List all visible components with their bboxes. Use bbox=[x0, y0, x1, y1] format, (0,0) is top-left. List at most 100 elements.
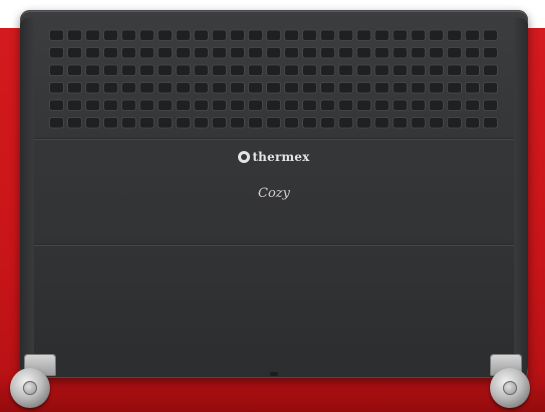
grille-slot bbox=[211, 47, 227, 59]
grille-slot bbox=[157, 82, 173, 94]
grille-slot bbox=[121, 64, 137, 76]
right-caster bbox=[478, 354, 538, 408]
convector-heater: thermex Cozy bbox=[20, 10, 528, 378]
grille-slot bbox=[446, 117, 462, 129]
grille-slot bbox=[410, 47, 426, 59]
grille-slot bbox=[356, 82, 372, 94]
grille-slot bbox=[193, 64, 209, 76]
grille-slot bbox=[229, 82, 245, 94]
grille-slot bbox=[49, 64, 65, 76]
grille-slot bbox=[338, 117, 354, 129]
grille-slot bbox=[392, 64, 408, 76]
grille-slot bbox=[175, 99, 191, 111]
panel-seam-upper bbox=[34, 138, 514, 139]
grille-slot bbox=[284, 47, 300, 59]
grille-slot bbox=[139, 117, 155, 129]
grille-slot bbox=[175, 47, 191, 59]
grille-slot bbox=[374, 82, 390, 94]
grille-slot bbox=[211, 117, 227, 129]
grille-slot bbox=[193, 47, 209, 59]
grille-slot bbox=[103, 117, 119, 129]
grille-slot bbox=[482, 47, 498, 59]
grille-slot bbox=[392, 29, 408, 41]
air-vent-grille bbox=[34, 26, 514, 144]
grille-slot bbox=[266, 82, 282, 94]
grille-slot bbox=[121, 29, 137, 41]
grille-slot bbox=[247, 99, 263, 111]
grille-slot bbox=[302, 99, 318, 111]
grille-slot bbox=[302, 29, 318, 41]
grille-slot bbox=[266, 29, 282, 41]
grille-slot bbox=[302, 117, 318, 129]
grille-slot bbox=[157, 117, 173, 129]
grille-slot bbox=[266, 117, 282, 129]
grille-slot bbox=[374, 47, 390, 59]
grille-slot bbox=[67, 82, 83, 94]
grille-slot bbox=[139, 64, 155, 76]
grille-slot bbox=[284, 29, 300, 41]
grille-slot bbox=[410, 82, 426, 94]
right-wheel-hub bbox=[503, 381, 517, 395]
grille-slot bbox=[338, 29, 354, 41]
grille-slot bbox=[464, 117, 480, 129]
grille-slot bbox=[446, 82, 462, 94]
grille-slot bbox=[446, 47, 462, 59]
grille-slot bbox=[85, 47, 101, 59]
grille-slot bbox=[139, 29, 155, 41]
grille-slot bbox=[211, 99, 227, 111]
bottom-notch bbox=[270, 372, 278, 376]
grille-slot bbox=[175, 82, 191, 94]
grille-slot bbox=[211, 82, 227, 94]
grille-slot bbox=[320, 82, 336, 94]
grille-slot bbox=[428, 82, 444, 94]
grille-slot bbox=[392, 47, 408, 59]
grille-slot bbox=[49, 47, 65, 59]
grille-slot bbox=[428, 29, 444, 41]
grille-slot bbox=[392, 82, 408, 94]
grille-slot bbox=[67, 47, 83, 59]
grille-slot bbox=[67, 117, 83, 129]
grille-slot bbox=[229, 47, 245, 59]
grille-slot bbox=[229, 99, 245, 111]
grille-slot bbox=[49, 82, 65, 94]
grille-slot bbox=[103, 99, 119, 111]
grille-slot bbox=[266, 47, 282, 59]
grille-slot bbox=[464, 64, 480, 76]
grille-slot bbox=[464, 47, 480, 59]
grille-slot bbox=[175, 64, 191, 76]
grille-slot bbox=[103, 82, 119, 94]
grille-slot bbox=[229, 64, 245, 76]
grille-slot bbox=[428, 47, 444, 59]
grille-slot bbox=[446, 64, 462, 76]
grille-slot bbox=[157, 99, 173, 111]
grille-slot bbox=[320, 117, 336, 129]
grille-slot bbox=[338, 47, 354, 59]
grille-slot bbox=[67, 29, 83, 41]
brand-logo-block: thermex bbox=[20, 150, 528, 164]
grille-slot bbox=[266, 64, 282, 76]
grille-slot bbox=[356, 47, 372, 59]
grille-slot bbox=[392, 117, 408, 129]
grille-slot bbox=[410, 64, 426, 76]
grille-slot bbox=[302, 47, 318, 59]
grille-slot bbox=[139, 82, 155, 94]
grille-slot bbox=[374, 99, 390, 111]
grille-slot bbox=[284, 117, 300, 129]
grille-slot bbox=[338, 99, 354, 111]
grille-slot bbox=[175, 29, 191, 41]
grille-slot bbox=[229, 117, 245, 129]
grille-slot bbox=[284, 64, 300, 76]
left-wheel-hub bbox=[23, 381, 37, 395]
grille-slot bbox=[139, 99, 155, 111]
grille-slot bbox=[338, 64, 354, 76]
grille-slot bbox=[103, 29, 119, 41]
grille-slot bbox=[193, 117, 209, 129]
grille-slot bbox=[482, 99, 498, 111]
grille-slot bbox=[103, 64, 119, 76]
grille-slot bbox=[103, 47, 119, 59]
grille-slot bbox=[121, 117, 137, 129]
grille-slot bbox=[356, 64, 372, 76]
grille-slot bbox=[302, 64, 318, 76]
grille-slot bbox=[211, 29, 227, 41]
grille-slot bbox=[482, 117, 498, 129]
